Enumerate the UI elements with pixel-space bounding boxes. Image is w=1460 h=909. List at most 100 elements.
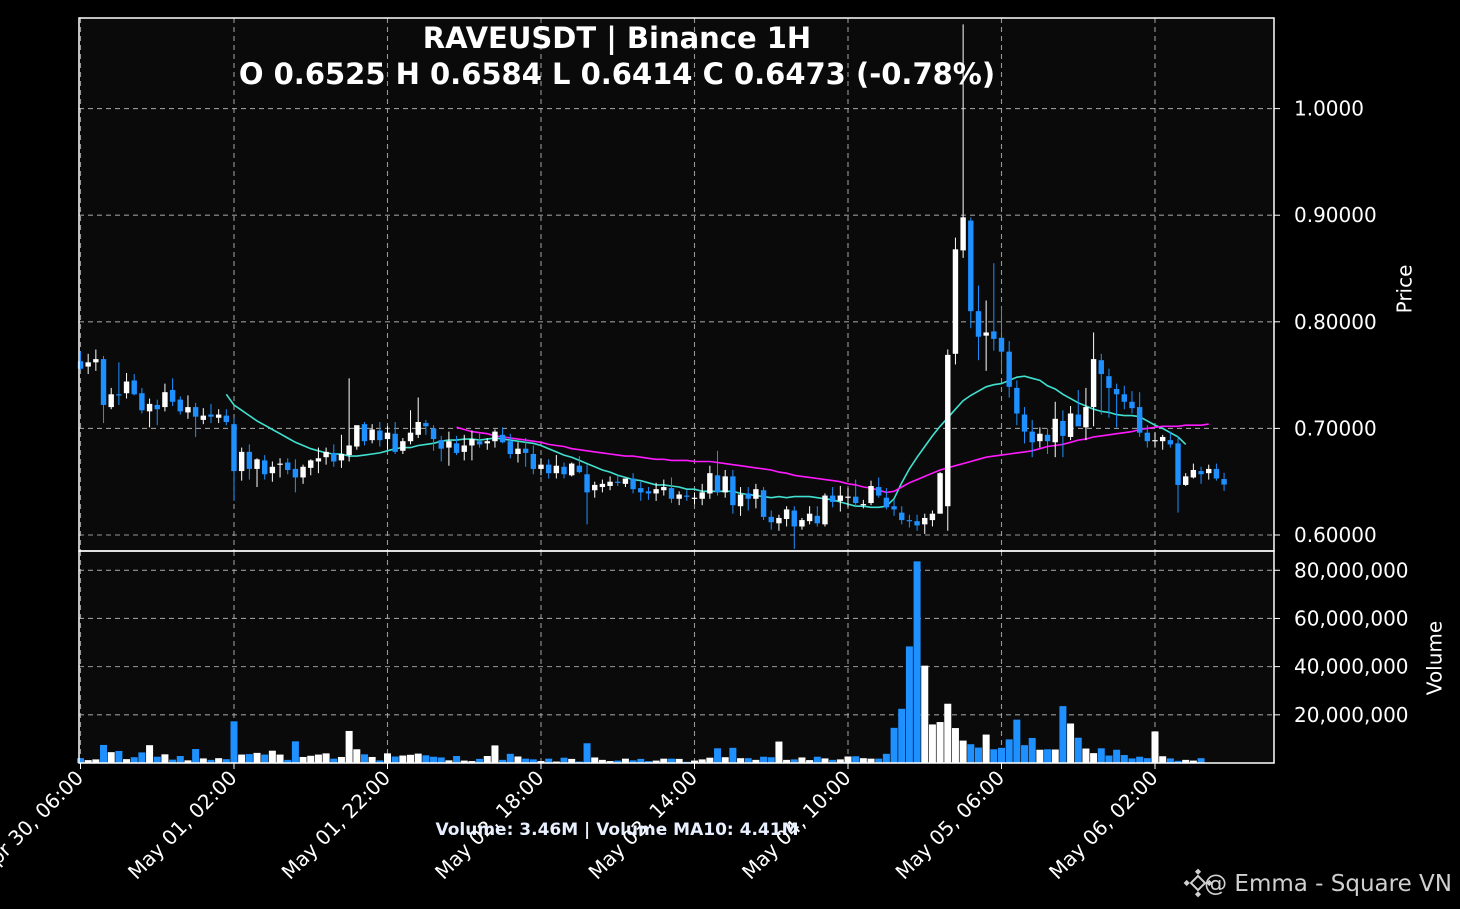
candle-body <box>645 491 652 494</box>
volume-bar <box>337 756 345 763</box>
candle <box>952 237 959 365</box>
price-tick-label: 1.0000 <box>1294 97 1364 121</box>
candle-body <box>522 448 529 453</box>
candle-body <box>507 441 513 454</box>
volume-bar <box>1097 748 1105 763</box>
candle-body <box>154 404 160 410</box>
volume-bar <box>913 561 921 763</box>
volume-bar <box>998 747 1005 763</box>
volume-bar <box>775 741 783 763</box>
candle-body <box>791 510 797 527</box>
candle-body <box>1060 420 1066 436</box>
candle-body <box>922 517 928 525</box>
volume-bar <box>714 748 722 763</box>
candle-body <box>768 516 774 523</box>
candle-body <box>1106 376 1112 388</box>
volume-bar <box>291 741 299 763</box>
candle-body <box>254 459 260 469</box>
volume-tick-label: 20,000,000 <box>1294 703 1409 727</box>
candle-body <box>776 517 782 524</box>
volume-bar <box>1082 748 1090 763</box>
volume-bar <box>384 753 391 763</box>
candle-body <box>530 453 537 469</box>
volume-bar <box>261 754 269 763</box>
volume-bar <box>1113 749 1121 763</box>
volume-bar <box>706 757 714 763</box>
volume-bar <box>192 749 200 763</box>
candle-body <box>883 497 890 508</box>
candle-body <box>845 496 851 498</box>
volume-bar <box>760 756 768 763</box>
volume-bar <box>959 740 967 763</box>
candle-body <box>100 359 107 405</box>
candle-body <box>760 490 767 517</box>
candle-body <box>269 466 276 474</box>
candle-body <box>484 441 490 444</box>
price-tick-label: 0.90000 <box>1294 203 1377 227</box>
candle-body <box>730 476 736 506</box>
volume-axis-label: Volume <box>1423 621 1447 695</box>
volume-bar <box>1067 723 1075 763</box>
volume-bar <box>974 747 982 763</box>
candle-body <box>975 311 982 337</box>
volume-bar <box>928 724 936 763</box>
candle-body <box>108 394 114 408</box>
volume-bar <box>990 749 998 763</box>
candle-body <box>453 443 460 453</box>
candle-body <box>430 428 437 440</box>
candle-body <box>162 392 168 408</box>
candle-body <box>1144 432 1151 442</box>
candle-body <box>607 481 613 486</box>
volume-bar <box>138 752 146 763</box>
volume-panel: 20,000,000 40,000,000 60,000,000 80,000,000… <box>77 551 1447 763</box>
volume-bar <box>1013 719 1021 763</box>
volume-bar <box>921 665 929 763</box>
candle-body <box>308 460 314 468</box>
candle-body <box>277 463 283 465</box>
candle-body <box>93 359 99 363</box>
candle-body <box>945 354 951 507</box>
candle-body <box>238 451 245 472</box>
volume-bar <box>967 744 975 763</box>
candle-body <box>852 496 859 504</box>
volume-bar <box>422 755 430 763</box>
candle-body <box>1129 401 1135 409</box>
volume-bar <box>115 750 123 763</box>
candle-body <box>515 448 521 454</box>
candle-body <box>860 504 867 506</box>
candle-body <box>139 393 145 411</box>
volume-bar <box>1151 731 1159 763</box>
candle-body <box>906 520 913 522</box>
candle-body <box>461 445 467 452</box>
volume-bar <box>100 744 108 763</box>
candle-body <box>300 466 306 478</box>
candle-body <box>1021 414 1028 432</box>
candle-body <box>753 489 759 499</box>
volume-bar <box>253 752 261 763</box>
volume-bar <box>146 745 154 763</box>
candle-body <box>1083 407 1089 428</box>
candle-body <box>361 424 368 442</box>
volume-bar <box>898 708 906 763</box>
volume-bar <box>1120 755 1128 763</box>
volume-bar <box>1105 755 1113 763</box>
price-panel-background <box>79 18 1274 551</box>
candle-body <box>1183 476 1189 485</box>
volume-bar <box>951 728 959 763</box>
candle-body <box>952 249 959 354</box>
candle-body <box>584 474 590 493</box>
candle-body <box>914 521 920 526</box>
volume-bar <box>944 703 952 763</box>
candle-body <box>822 495 828 525</box>
candle-body <box>1159 436 1166 442</box>
volume-bar <box>276 754 284 763</box>
candle-body <box>1152 440 1158 442</box>
volume-bar <box>353 749 361 763</box>
candle-body <box>169 390 176 402</box>
chart: 0.60000 0.70000 0.80000 0.90000 1.0000 Price… <box>0 0 1460 909</box>
candle-body <box>1075 414 1081 427</box>
volume-bar <box>1021 745 1029 763</box>
candle-body <box>615 481 621 483</box>
candle-body <box>638 488 644 493</box>
volume-bar <box>407 754 415 763</box>
